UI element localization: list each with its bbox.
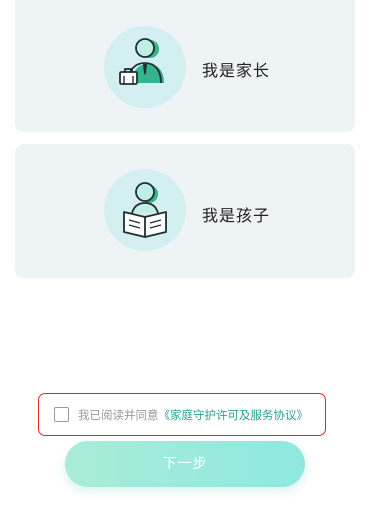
parent-icon (119, 38, 164, 85)
child-reading-icon (123, 182, 167, 238)
agreement-row: 我已阅读并同意《家庭守护许可及服务协议》 (38, 393, 326, 436)
child-role-card[interactable]: 我是孩子 (15, 144, 355, 278)
parent-role-label: 我是家长 (202, 61, 271, 80)
agreement-prefix: 我已阅读并同意 (78, 408, 159, 422)
parent-avatar (104, 26, 186, 108)
parent-role-card[interactable]: 我是家长 (15, 0, 355, 132)
child-role-label: 我是孩子 (202, 206, 271, 225)
service-agreement-link[interactable]: 《家庭守护许可及服务协议》 (159, 408, 309, 422)
agreement-checkbox[interactable] (54, 407, 69, 422)
child-avatar (104, 169, 186, 251)
next-step-button[interactable]: 下一步 (65, 441, 305, 487)
agreement-text: 我已阅读并同意《家庭守护许可及服务协议》 (78, 407, 308, 423)
